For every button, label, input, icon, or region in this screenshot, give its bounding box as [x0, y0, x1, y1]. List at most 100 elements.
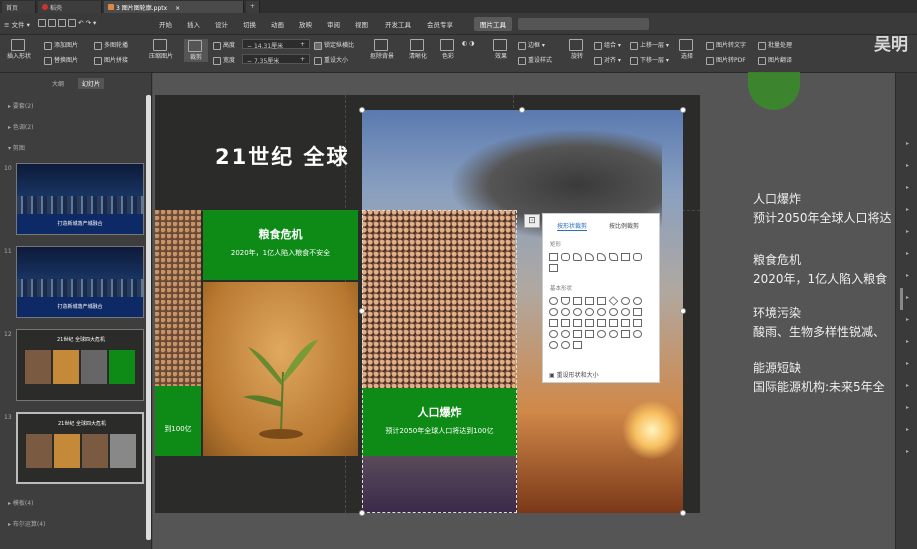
- pic-to-pdf-button[interactable]: 图片转PDF: [706, 55, 746, 65]
- shape-dodecagon[interactable]: [585, 308, 594, 316]
- panel-collapse-arrows[interactable]: ▸ ▸ ▸ ▸ ▸ ▸ ▸ ▸ ▸ ▸ ▸ ▸ ▸ ▸ ▸: [906, 133, 909, 463]
- reset-size-button[interactable]: 重设大小: [314, 55, 348, 65]
- crop-icon[interactable]: ⊡: [524, 214, 540, 228]
- note-energy[interactable]: 能源短缺 国际能源机构:未来5年全: [753, 359, 885, 395]
- shape-diamond[interactable]: [608, 296, 619, 306]
- export-icon[interactable]: [48, 19, 56, 27]
- tab-home[interactable]: 首页: [2, 1, 36, 13]
- bring-forward-button[interactable]: 上移一层 ▾: [630, 40, 669, 50]
- shape-diagonal-stripe[interactable]: [573, 319, 582, 327]
- desert-sprout-image[interactable]: [203, 282, 358, 456]
- menu-item-member[interactable]: 会员专享: [427, 19, 453, 29]
- replace-picture-button[interactable]: 替换图片: [44, 55, 78, 65]
- crop-frame[interactable]: [362, 210, 517, 513]
- thumbnail-scrollbar[interactable]: [146, 95, 151, 540]
- plus-icon[interactable]: +: [300, 41, 305, 48]
- effects-button[interactable]: 效果: [490, 39, 512, 60]
- picture-splice-button[interactable]: 图片拼接: [94, 55, 128, 65]
- shape-heptagon[interactable]: [549, 308, 558, 316]
- shape-sun[interactable]: [633, 330, 642, 338]
- pic-to-text-button[interactable]: 图片转文字: [706, 40, 746, 50]
- add-picture-button[interactable]: 添加图片: [44, 40, 78, 50]
- shape-round-corner[interactable]: [597, 253, 606, 261]
- minus-icon[interactable]: −: [247, 58, 254, 65]
- shape-trapezoid[interactable]: [597, 297, 606, 305]
- shape-donut[interactable]: [549, 330, 558, 338]
- shape-snip-rectangle[interactable]: [621, 253, 630, 261]
- menu-item-developer[interactable]: 开发工具: [385, 19, 411, 29]
- redo-icon[interactable]: ↷: [86, 19, 91, 27]
- shape-octagon[interactable]: [561, 308, 570, 316]
- shape-rectangle-alt[interactable]: [549, 264, 558, 272]
- menu-item-transition[interactable]: 切换: [243, 19, 256, 29]
- save-icon[interactable]: [38, 19, 46, 27]
- plus-icon[interactable]: +: [300, 56, 305, 63]
- resize-handle-e[interactable]: [680, 308, 686, 314]
- shape-frame[interactable]: [633, 308, 642, 316]
- shape-cloud[interactable]: [561, 341, 570, 349]
- left-green-box[interactable]: 到100亿: [155, 386, 201, 456]
- tab-outline[interactable]: 大纲: [52, 79, 64, 88]
- menu-file[interactable]: ≡ 文件 ▾: [4, 19, 30, 29]
- shape-cube[interactable]: [621, 319, 630, 327]
- undo-icon[interactable]: ↶: [78, 19, 83, 27]
- menu-item-design[interactable]: 设计: [215, 19, 228, 29]
- shape-block-arc[interactable]: [573, 330, 582, 338]
- shape-half-frame[interactable]: [549, 319, 558, 327]
- select-button[interactable]: 选择: [676, 39, 698, 60]
- reset-style-button[interactable]: 重设样式: [518, 55, 552, 65]
- slide-thumbnail-13[interactable]: 21世纪 全球四大危机: [16, 412, 144, 484]
- search-box[interactable]: [518, 18, 649, 30]
- shape-snip-corner[interactable]: [573, 253, 582, 261]
- slide-title[interactable]: 21世纪 全球: [215, 141, 350, 171]
- shape-heart[interactable]: [609, 330, 618, 338]
- remove-bg-button[interactable]: 抠除背景: [365, 39, 399, 60]
- batch-button[interactable]: 批量处理: [758, 40, 792, 50]
- shape-teardrop[interactable]: [621, 308, 630, 316]
- shape-moon[interactable]: [549, 341, 558, 349]
- shape-arc[interactable]: [573, 341, 582, 349]
- color-button[interactable]: 色彩: [437, 39, 459, 60]
- menu-item-view[interactable]: 视图: [355, 19, 368, 29]
- note-population[interactable]: 人口爆炸 预计2050年全球人口将达: [753, 190, 892, 226]
- send-backward-button[interactable]: 下移一层 ▾: [630, 55, 669, 65]
- resize-handle-sw[interactable]: [359, 510, 365, 516]
- shape-hexagon[interactable]: [633, 297, 642, 305]
- align-button[interactable]: 对齐 ▾: [594, 55, 621, 65]
- shape-rounded-rectangle[interactable]: [561, 253, 570, 261]
- slide-thumbnail-10[interactable]: 打造新城落产城融合: [16, 163, 144, 235]
- width-input[interactable]: − 7.35厘米 +: [242, 54, 310, 65]
- menu-item-picture-tools[interactable]: 图片工具: [474, 17, 512, 31]
- reset-shape-size-button[interactable]: ▣ 重设形状和大小: [549, 370, 599, 379]
- menu-item-animation[interactable]: 动画: [271, 19, 284, 29]
- resize-handle-w[interactable]: [359, 308, 365, 314]
- rotate-right-icon[interactable]: ◑: [469, 40, 474, 47]
- close-icon[interactable]: ×: [175, 5, 180, 12]
- insert-shape-button[interactable]: 插入形状: [4, 39, 34, 60]
- shape-folded-corner[interactable]: [585, 330, 594, 338]
- resize-handle-se[interactable]: [680, 510, 686, 516]
- multi-crop-button[interactable]: 多图轮播: [94, 40, 128, 50]
- shape-lightning[interactable]: [621, 330, 630, 338]
- slide-thumbnail-12[interactable]: 21世纪 全球四大危机: [16, 329, 144, 401]
- menu-item-home[interactable]: 开始: [159, 19, 172, 29]
- tab-docer[interactable]: 稻壳: [38, 1, 102, 13]
- menu-item-slideshow[interactable]: 放映: [299, 19, 312, 29]
- shape-l-shape[interactable]: [561, 319, 570, 327]
- print-icon[interactable]: [58, 19, 66, 27]
- minus-icon[interactable]: −: [247, 43, 254, 50]
- menu-item-review[interactable]: 审阅: [327, 19, 340, 29]
- shape-pentagon[interactable]: [621, 297, 630, 305]
- panel-scrollbar[interactable]: [900, 288, 903, 310]
- shape-parallelogram[interactable]: [585, 297, 594, 305]
- shape-rectangle[interactable]: [549, 253, 558, 261]
- crowd-image-left[interactable]: [155, 210, 201, 386]
- tab-crop-by-ratio[interactable]: 按比例裁剪: [609, 221, 639, 230]
- shape-right-triangle[interactable]: [573, 297, 582, 305]
- brightness-button[interactable]: 清晰化: [403, 39, 433, 60]
- tab-document[interactable]: 3 图片图轮廓.pptx ×: [104, 1, 244, 13]
- tab-crop-by-shape[interactable]: 按形状裁剪: [557, 221, 588, 231]
- shape-no-symbol[interactable]: [561, 330, 570, 338]
- lock-ratio-checkbox[interactable]: 锁定纵横比: [314, 40, 354, 50]
- shape-plaque[interactable]: [597, 319, 606, 327]
